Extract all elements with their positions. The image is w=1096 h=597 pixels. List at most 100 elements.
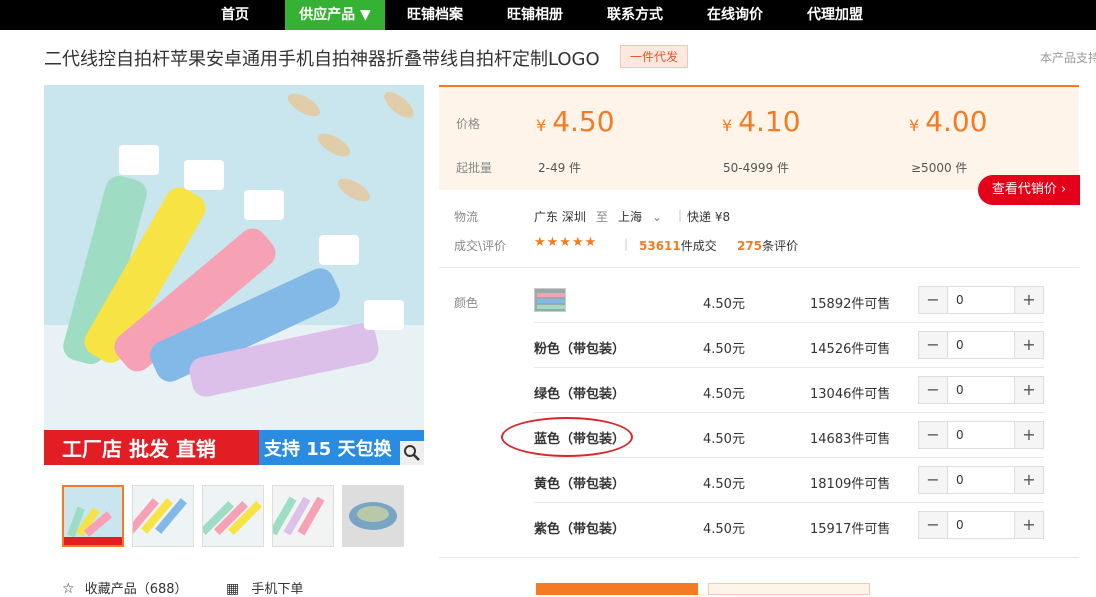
variant-swatch-image[interactable]	[534, 288, 566, 312]
logistics-to: 上海	[618, 210, 643, 224]
price-label: 价格	[456, 117, 481, 131]
variant-price: 4.50元	[703, 297, 745, 312]
nav-shop-album[interactable]: 旺铺相册	[495, 0, 575, 30]
nav-agent[interactable]: 代理加盟	[795, 0, 875, 30]
mobile-order-link[interactable]: ▦ 手机下单	[226, 578, 303, 597]
sold-count-suffix: 件成交	[680, 239, 717, 253]
nav-products[interactable]: 供应产品 ▼	[285, 0, 385, 30]
quantity-input[interactable]: 0	[947, 332, 1015, 358]
top-nav: 首页 供应产品 ▼ 旺铺档案 旺铺相册 联系方式 在线询价 代理加盟	[0, 0, 1096, 30]
minus-button[interactable]: −	[919, 422, 947, 448]
quantity-input[interactable]: 0	[947, 287, 1015, 313]
divider: |	[678, 208, 683, 222]
view-distribution-price-button[interactable]: 查看代销价 ›	[978, 175, 1080, 205]
variant-name-purple[interactable]: 紫色（带包装）	[534, 518, 625, 537]
minus-button[interactable]: −	[919, 332, 947, 358]
favorite-link[interactable]: ☆ 收藏产品（688）	[62, 578, 188, 597]
plus-button[interactable]: +	[1015, 467, 1043, 493]
review-count-value: 275	[737, 239, 763, 253]
variant-stock: 14683件可售	[810, 432, 891, 447]
quantity-stepper[interactable]: − 0 +	[918, 331, 1044, 359]
variant-name-pink[interactable]: 粉色（带包装）	[534, 338, 625, 357]
variant-stock: 14526件可售	[810, 342, 891, 357]
variant-stock: 15917件可售	[810, 522, 891, 537]
thumbnail-5[interactable]	[342, 485, 404, 547]
price-tier-1: ¥4.50	[536, 105, 615, 138]
variant-price: 4.50元	[703, 387, 745, 402]
main-product-image[interactable]: 工厂店 批发 直销 支持 15 天包换	[44, 85, 424, 465]
row-divider	[534, 457, 1044, 458]
variant-price: 4.50元	[703, 477, 745, 492]
plus-button[interactable]: +	[1015, 377, 1043, 403]
divider: |	[624, 237, 629, 251]
minus-button[interactable]: −	[919, 467, 947, 493]
price-tier-1-value: 4.50	[552, 105, 615, 138]
variant-name-yellow[interactable]: 黄色（带包装）	[534, 473, 625, 492]
currency-symbol: ¥	[909, 116, 920, 135]
quantity-input[interactable]: 0	[947, 377, 1015, 403]
quantity-input[interactable]: 0	[947, 467, 1015, 493]
plus-button[interactable]: +	[1015, 332, 1043, 358]
quantity-input[interactable]: 0	[947, 422, 1015, 448]
quantity-stepper[interactable]: − 0 +	[918, 511, 1044, 539]
nav-contact[interactable]: 联系方式	[595, 0, 675, 30]
dropship-badge: 一件代发	[620, 45, 688, 68]
plus-button[interactable]: +	[1015, 512, 1043, 538]
variant-stock: 13046件可售	[810, 387, 891, 402]
nav-inquiry[interactable]: 在线询价	[695, 0, 775, 30]
price-panel: 价格 起批量 ¥4.50 ¥4.10 ¥4.00 2-49 件 50-4999 …	[439, 85, 1079, 190]
variant-price: 4.50元	[703, 522, 745, 537]
thumbnail-4[interactable]	[272, 485, 334, 547]
sold-count[interactable]: 53611件成交	[639, 237, 717, 254]
price-tier-3: ¥4.00	[909, 105, 988, 138]
express-fee: 快递 ¥8	[687, 210, 731, 224]
review-count[interactable]: 275条评价	[737, 237, 798, 254]
variant-stock: 15892件可售	[810, 297, 891, 312]
range-tier-3: ≥5000 件	[911, 161, 968, 175]
quantity-stepper[interactable]: − 0 +	[918, 286, 1044, 314]
review-count-suffix: 条评价	[762, 239, 799, 253]
rating-stars-icon: ★★★★★	[534, 235, 598, 250]
quantity-input[interactable]: 0	[947, 512, 1015, 538]
variant-stock: 18109件可售	[810, 477, 891, 492]
nav-shop-profile[interactable]: 旺铺档案	[395, 0, 475, 30]
support-text: 本产品支持	[1040, 51, 1096, 65]
price-tier-3-value: 4.00	[925, 105, 988, 138]
moq-label: 起批量	[456, 161, 493, 175]
minus-button[interactable]: −	[919, 287, 947, 313]
currency-symbol: ¥	[536, 116, 547, 135]
row-divider	[534, 412, 1044, 413]
plus-button[interactable]: +	[1015, 287, 1043, 313]
nav-home[interactable]: 首页	[205, 0, 265, 30]
banner-text-left: 工厂店 批发 直销	[62, 437, 216, 461]
banner-text-right: 支持 15 天包换	[263, 438, 393, 460]
logistics-from: 广东 深圳	[534, 210, 586, 224]
range-tier-2: 50-4999 件	[723, 161, 789, 175]
product-title: 二代线控自拍杆苹果安卓通用手机自拍神器折叠带线自拍杆定制LOGO	[44, 49, 600, 70]
price-tier-2: ¥4.10	[722, 105, 801, 138]
logistics-destination-select[interactable]: 上海 ⌄	[618, 208, 662, 225]
chevron-down-icon: ⌄	[652, 210, 663, 224]
add-to-cart-button[interactable]	[708, 583, 870, 595]
order-button[interactable]	[536, 583, 698, 595]
plus-button[interactable]: +	[1015, 422, 1043, 448]
minus-button[interactable]: −	[919, 377, 947, 403]
minus-button[interactable]: −	[919, 512, 947, 538]
thumbnail-2[interactable]	[132, 485, 194, 547]
color-label: 颜色	[454, 296, 479, 310]
row-divider	[534, 502, 1044, 503]
quantity-stepper[interactable]: − 0 +	[918, 421, 1044, 449]
variant-name-green[interactable]: 绿色（带包装）	[534, 383, 625, 402]
zoom-icon[interactable]	[400, 441, 424, 465]
price-tier-2-value: 4.10	[738, 105, 801, 138]
thumbnail-1[interactable]	[62, 485, 124, 547]
variant-price: 4.50元	[703, 432, 745, 447]
section-divider	[439, 267, 1079, 268]
logistics-to-word: 至	[596, 210, 609, 224]
range-tier-1: 2-49 件	[538, 161, 582, 175]
quantity-stepper[interactable]: − 0 +	[918, 466, 1044, 494]
quantity-stepper[interactable]: − 0 +	[918, 376, 1044, 404]
sold-count-value: 53611	[639, 239, 681, 253]
row-divider	[534, 367, 1044, 368]
thumbnail-3[interactable]	[202, 485, 264, 547]
